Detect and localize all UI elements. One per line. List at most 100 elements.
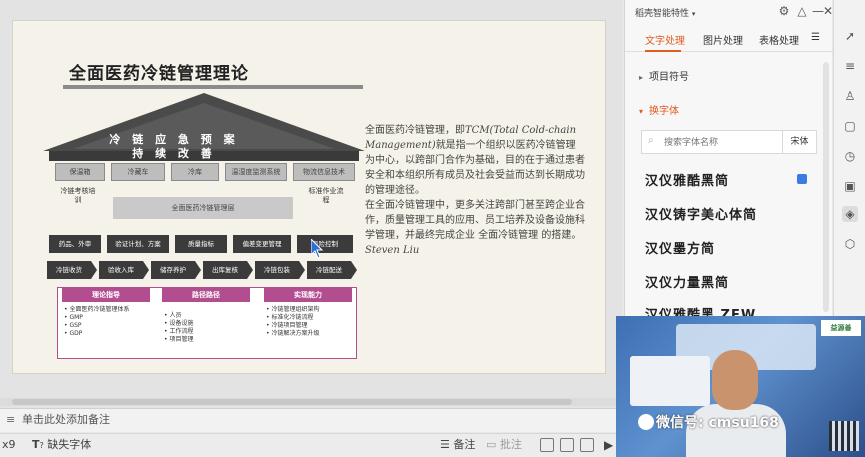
para-author: Steven Liu xyxy=(365,245,420,256)
comment-icon: ▭ xyxy=(486,438,497,451)
horizontal-scrollbar[interactable] xyxy=(0,398,622,406)
flow-arrow-5: 冷链包装 xyxy=(255,261,305,279)
cap-2: 冷藏车 xyxy=(111,163,165,181)
caret-down-icon: ▾ xyxy=(639,107,644,116)
flow-arrow-4: 出库复核 xyxy=(203,261,253,279)
search-icon: ⌕ xyxy=(648,135,654,146)
font-option-3[interactable]: 汉仪墨方简 xyxy=(645,238,715,257)
menu-icon[interactable]: ☰ xyxy=(811,32,820,43)
sliders-icon[interactable]: ≡ xyxy=(842,58,858,74)
wechat-icon xyxy=(638,414,654,430)
pane-title-label: 稻壳智能特性 xyxy=(635,9,690,19)
dropdown-icon: ▾ xyxy=(691,10,696,18)
font-kind-selector[interactable]: 宋体 xyxy=(782,131,816,153)
section-change-font[interactable]: ▾ 换字体 xyxy=(639,102,679,117)
panel-list-2: 人员 设备设施 工作流程 项目管理 xyxy=(164,312,193,344)
flow-arrow-2: 验收入库 xyxy=(99,261,149,279)
reading-view-icon[interactable] xyxy=(580,438,594,452)
notes-placeholder: 单击此处添加备注 xyxy=(22,413,110,426)
caret-right-icon: ▸ xyxy=(639,73,644,82)
font-option-4[interactable]: 汉仪力量黑简 xyxy=(645,272,729,291)
list-item: 工作流程 xyxy=(164,328,193,336)
brand-logo: 益源善 xyxy=(821,320,861,336)
panel-head-3: 实现能力 xyxy=(264,288,352,302)
pin-icon[interactable]: △ xyxy=(795,4,809,18)
dark-box-3: 质量指标 xyxy=(175,235,227,253)
panel-list-1: 全面医药冷链管理体系 GMP GSP GDP xyxy=(64,306,129,338)
presenter-head xyxy=(712,350,758,410)
notes-bar[interactable]: ≡ 单击此处添加备注 xyxy=(0,408,622,432)
clock-icon[interactable]: ◷ xyxy=(842,148,858,164)
tab-image-processing[interactable]: 图片处理 xyxy=(703,32,743,47)
window-icon[interactable]: ▢ xyxy=(842,118,858,134)
font-option-1[interactable]: 汉仪雅酷黑简 xyxy=(645,170,729,189)
para-text-3: 在全面冷链管理中，更多关注跨部门甚至跨企业合作，质量管理工具的应用、员工培养及设… xyxy=(365,200,585,241)
title-rule xyxy=(63,85,363,89)
cap-1: 保温箱 xyxy=(55,163,105,181)
list-item: 项目管理 xyxy=(164,336,193,344)
slide-paragraph[interactable]: 全面医药冷链管理，即TCM(Total Cold-chain Managemen… xyxy=(365,123,585,258)
section-change-font-label: 换字体 xyxy=(649,106,679,117)
dark-box-1: 药品、外审 xyxy=(49,235,101,253)
webcam-background-truck xyxy=(630,356,710,406)
play-slideshow-icon[interactable]: ▶ xyxy=(604,434,613,456)
font-search-input[interactable] xyxy=(664,135,774,150)
slide-canvas-area[interactable]: 全面医药冷链管理理论 冷 链 应 急 预 案 持 续 改 善 保温箱 冷藏车 冷… xyxy=(0,0,622,410)
tab-table-processing[interactable]: 表格处理 xyxy=(759,32,799,47)
list-item: 冷链项目管理 xyxy=(266,322,319,330)
webcam-overlay: 益源善 微信号: cmsu168 xyxy=(616,316,865,457)
tab-text-processing[interactable]: 文字处理 xyxy=(645,32,685,47)
cap-3: 冷库 xyxy=(171,163,219,181)
smart-feature-icon[interactable]: ◈ xyxy=(842,206,858,222)
wechat-watermark: 微信号: cmsu168 xyxy=(656,415,779,431)
panel-head-2: 路径路径 xyxy=(162,288,250,302)
cap-5: 物流信息技术 xyxy=(293,163,355,181)
pane-scrollbar[interactable] xyxy=(823,62,829,312)
list-item: GMP xyxy=(64,314,129,322)
list-item: 全面医药冷链管理体系 xyxy=(64,306,129,314)
pane-title[interactable]: 稻壳智能特性 ▾ xyxy=(635,6,695,19)
slide-title[interactable]: 全面医药冷链管理理论 xyxy=(69,59,249,84)
active-tab-indicator xyxy=(645,50,681,52)
comment-button[interactable]: ▭ 批注 xyxy=(486,434,522,456)
panel-list-3: 冷链管理组织架构 标准化冷链流程 冷链项目管理 冷链解决方案升级 xyxy=(266,306,319,338)
list-item: GDP xyxy=(64,330,129,338)
rocket-icon[interactable]: ➚ xyxy=(842,28,858,44)
sorter-view-icon[interactable] xyxy=(560,438,574,452)
status-fragment: x9 xyxy=(2,438,16,451)
missing-font-button[interactable]: T? 缺失字体 xyxy=(32,434,91,457)
settings-icon[interactable]: ⚙ xyxy=(777,4,791,18)
font-search-box: ⌕ 宋体 xyxy=(641,130,817,154)
section-bullets[interactable]: ▸ 项目符号 xyxy=(639,68,689,83)
bottom-panel: 理论指导 路径路径 实现能力 全面医药冷链管理体系 GMP GSP GDP 人员… xyxy=(57,287,357,359)
notes-toggle-icon: ☰ xyxy=(440,438,450,451)
notes-toggle-label: 备注 xyxy=(453,438,476,451)
people-icon[interactable]: ♙ xyxy=(842,88,858,104)
font-option-2[interactable]: 汉仪铸字美心体简 xyxy=(645,204,757,223)
mouse-cursor-icon xyxy=(311,239,323,259)
list-item: GSP xyxy=(64,322,129,330)
dark-box-4: 偏差变更管理 xyxy=(233,235,291,253)
center-band: 全面医药冷链管理层 xyxy=(113,197,293,219)
roof-line-2: 持 续 改 善 xyxy=(132,147,216,160)
normal-view-icon[interactable] xyxy=(540,438,554,452)
scrollbar-thumb[interactable] xyxy=(12,399,572,405)
left-pillar: 冷链考核培训 xyxy=(60,187,96,204)
list-item: 设备设施 xyxy=(164,320,193,328)
cube-icon[interactable]: ⬡ xyxy=(842,236,858,252)
list-item: 人员 xyxy=(164,312,193,320)
list-item: 冷链管理组织架构 xyxy=(266,306,319,314)
image-icon[interactable]: ▣ xyxy=(842,178,858,194)
status-bar: x9 T? 缺失字体 ☰ 备注 ▭ 批注 ▶ xyxy=(0,433,622,457)
flow-arrow-3: 储存养护 xyxy=(151,261,201,279)
slide[interactable]: 全面医药冷链管理理论 冷 链 应 急 预 案 持 续 改 善 保温箱 冷藏车 冷… xyxy=(12,20,606,374)
comment-label: 批注 xyxy=(499,438,522,451)
right-pillar: 标准作业流程 xyxy=(308,187,344,204)
notes-icon: ≡ xyxy=(6,413,16,426)
font-t-icon: T xyxy=(32,438,40,451)
qr-code xyxy=(829,421,859,451)
list-item: 标准化冷链流程 xyxy=(266,314,319,322)
notes-toggle-button[interactable]: ☰ 备注 xyxy=(440,434,475,456)
cap-4: 温湿度监测系统 xyxy=(225,163,287,181)
dark-box-2: 验证计划、方案 xyxy=(107,235,169,253)
